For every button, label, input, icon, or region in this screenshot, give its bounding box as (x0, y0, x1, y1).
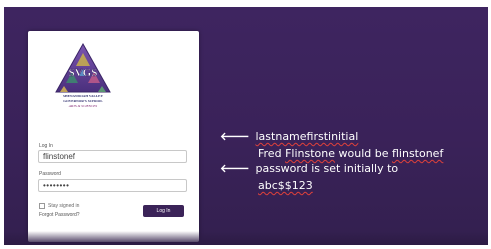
left-arrow-icon: 🡐 (220, 130, 250, 143)
username-label: Log In (39, 143, 53, 149)
username-field[interactable]: flinstonef (38, 150, 187, 163)
stay-signed-in-row[interactable]: Stay signed in (39, 203, 79, 209)
username-example-note: Fred Flinstone would be flinstonef (258, 147, 443, 160)
logo-name-line3: ARTS & SCIENCES (68, 104, 98, 108)
logo-monogram: SVGS (69, 67, 98, 79)
left-arrow-icon: 🡐 (220, 162, 250, 175)
stay-signed-in-checkbox[interactable] (39, 203, 45, 209)
example-surname: Flinstone (285, 147, 335, 160)
example-prefix: Fred (258, 147, 286, 160)
password-note: 🡐 password is set initially to (220, 162, 398, 175)
password-note-text: password is set initially to (255, 162, 399, 175)
school-logo: SVGS SHENANDOAH VALLEY GOVERNOR'S SCHOOL… (54, 42, 112, 118)
default-password-text: abc$$123 (258, 179, 313, 192)
logo-name-line1: SHENANDOAH VALLEY (62, 94, 104, 98)
forgot-password-link[interactable]: Forgot Password? (39, 212, 80, 218)
password-label: Password (39, 171, 61, 177)
password-field[interactable]: •••••••• (38, 179, 187, 192)
login-screen: SVGS SHENANDOAH VALLEY GOVERNOR'S SCHOOL… (4, 7, 488, 245)
username-format-note: 🡐 lastnamefirstinitial (220, 130, 358, 143)
username-format-text: lastnamefirstinitial (255, 130, 359, 143)
login-button[interactable]: Log In (143, 205, 184, 217)
example-mid: would be (335, 147, 392, 160)
logo-name-line2: GOVERNOR'S SCHOOL (63, 99, 103, 103)
example-result: flinstonef (391, 147, 444, 160)
login-card: SVGS SHENANDOAH VALLEY GOVERNOR'S SCHOOL… (28, 31, 199, 242)
default-password-note: abc$$123 (258, 179, 313, 192)
triangle-logo-icon: SVGS (55, 42, 111, 93)
stay-signed-in-label: Stay signed in (48, 203, 80, 209)
